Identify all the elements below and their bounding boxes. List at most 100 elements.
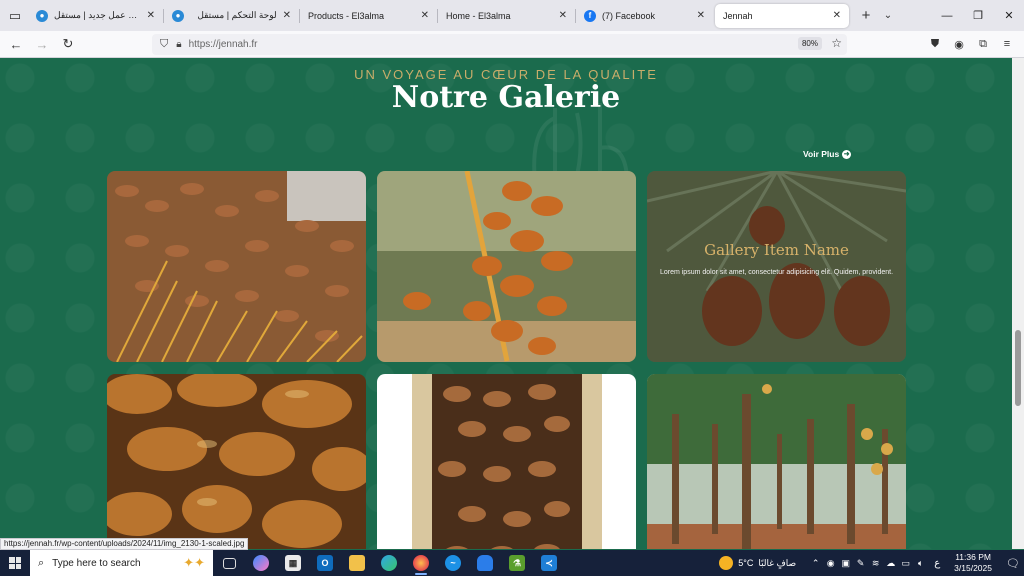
link-status-tooltip: https://jennah.fr/wp-content/uploads/202… bbox=[0, 538, 249, 550]
facebook-icon: f bbox=[584, 9, 596, 22]
weather-sun-icon bbox=[719, 556, 734, 570]
record-icon[interactable]: ◉ bbox=[823, 558, 838, 569]
gallery-item-1[interactable] bbox=[107, 171, 366, 362]
dates-box-photo bbox=[377, 374, 636, 549]
tab-list-icon[interactable]: ▭ bbox=[2, 3, 28, 29]
new-tab-plus-icon[interactable]: + bbox=[855, 7, 877, 24]
outlook-glyph: O bbox=[317, 555, 333, 571]
copilot-icon[interactable] bbox=[245, 550, 277, 576]
url-text[interactable]: https://jennah.fr bbox=[189, 39, 258, 50]
network-icon[interactable]: ≋ bbox=[868, 558, 883, 569]
app-green-icon[interactable]: ⚗ bbox=[501, 550, 533, 576]
gallery-hover-overlay[interactable]: Gallery Item Name Lorem ipsum dolor sit … bbox=[647, 171, 906, 362]
tab-dashboard[interactable]: ● لوحة التحكم | مستقل ✕ bbox=[164, 4, 299, 28]
bookmark-star-icon[interactable]: ☆ bbox=[831, 36, 842, 50]
task-view-glyph bbox=[222, 557, 236, 569]
browser-navbar: ← → ↻ ⛉ 🔒︎ https://jennah.fr 80% ☆ ⛊ ◉ ⧉… bbox=[0, 31, 1024, 58]
edge-glyph bbox=[381, 555, 397, 571]
dates-photo bbox=[377, 171, 636, 362]
weather-temp: 5°C bbox=[738, 558, 754, 568]
edge-icon[interactable] bbox=[373, 550, 405, 576]
tab-products[interactable]: Products - El3alma ✕ bbox=[300, 4, 437, 28]
mostaql-favicon-icon: ● bbox=[172, 9, 184, 22]
firefox-icon[interactable] bbox=[405, 550, 437, 576]
restore-icon[interactable]: ❐ bbox=[963, 0, 993, 31]
close-tab-icon[interactable]: ✕ bbox=[697, 10, 705, 21]
gallery-item-3[interactable]: Gallery Item Name Lorem ipsum dolor sit … bbox=[647, 171, 906, 362]
input-language[interactable]: ع bbox=[934, 558, 940, 569]
close-tab-icon[interactable]: ✕ bbox=[559, 10, 567, 21]
dates-closeup-photo bbox=[107, 374, 366, 549]
tracking-shield-icon[interactable]: ⛉ bbox=[160, 38, 168, 51]
vscode-icon[interactable]: ≺ bbox=[533, 550, 565, 576]
account-icon[interactable]: ◉ bbox=[950, 34, 968, 54]
close-tab-icon[interactable]: ✕ bbox=[147, 10, 155, 21]
tab-title: إضافة عمل جديد | مستقل bbox=[54, 10, 141, 20]
outlook-icon[interactable]: O bbox=[309, 550, 341, 576]
voir-plus-label: Voir Plus bbox=[803, 149, 840, 159]
close-window-icon[interactable]: ✕ bbox=[994, 0, 1024, 31]
toolbar-icons: ⛊ ◉ ⧉ ≡ bbox=[926, 34, 1016, 54]
voir-plus-link[interactable]: Voir Plus ➜ bbox=[803, 149, 852, 159]
store-icon[interactable]: ▦ bbox=[277, 550, 309, 576]
gallery-item-name: Gallery Item Name bbox=[704, 241, 849, 259]
onedrive-cloud-icon[interactable]: ☁ bbox=[883, 558, 898, 569]
close-tab-icon[interactable]: ✕ bbox=[421, 10, 429, 21]
reload-icon[interactable]: ↻ bbox=[56, 33, 80, 55]
task-view-icon[interactable] bbox=[213, 550, 245, 576]
search-icon: ⌕ bbox=[38, 556, 45, 569]
tab-add-job[interactable]: ● إضافة عمل جديد | مستقل ✕ bbox=[28, 4, 163, 28]
copilot-sparkle-icon: ✦✦ bbox=[183, 555, 205, 570]
lock-icon[interactable]: 🔒︎ bbox=[176, 39, 181, 50]
copilot-glyph bbox=[253, 555, 269, 571]
store-glyph: ▦ bbox=[285, 555, 301, 571]
tab-title: (7) Facebook bbox=[602, 10, 656, 21]
folder-glyph bbox=[349, 555, 365, 571]
pocket-icon[interactable]: ⛊ bbox=[926, 34, 944, 54]
arrow-right-circle-icon: ➜ bbox=[842, 149, 852, 159]
weather-widget[interactable]: 5°C صافٍ غالبًا bbox=[719, 556, 796, 570]
battery-icon[interactable]: ▭ bbox=[898, 558, 913, 569]
close-tab-icon[interactable]: ✕ bbox=[833, 10, 841, 21]
address-bar[interactable]: ⛉ 🔒︎ https://jennah.fr 80% ☆ bbox=[152, 34, 847, 55]
notifications-icon[interactable]: 🗨︎ bbox=[1002, 557, 1024, 570]
clock-time: 11:36 PM bbox=[955, 552, 991, 562]
tab-jennah[interactable]: Jennah ✕ bbox=[715, 3, 849, 28]
gallery-item-4[interactable] bbox=[107, 374, 366, 549]
pen-icon[interactable]: ✎ bbox=[853, 558, 868, 569]
system-tray: 5°C صافٍ غالبًا ⌃ ◉ ▣ ✎ ≋ ☁ ▭ 🔈︎ ع 11:36… bbox=[719, 550, 1024, 576]
menu-icon[interactable]: ≡ bbox=[998, 34, 1016, 54]
tab-facebook[interactable]: f (7) Facebook ✕ bbox=[576, 4, 713, 28]
windows-taskbar: ⌕ Type here to search ✦✦ ▦ O ~ ⚗ ≺ 5°C ص… bbox=[0, 550, 1024, 576]
gallery-item-description: Lorem ipsum dolor sit amet, consectetur … bbox=[659, 269, 894, 276]
palm-grove-photo bbox=[647, 374, 906, 549]
gallery-item-6[interactable] bbox=[647, 374, 906, 549]
app-blue-icon[interactable] bbox=[469, 550, 501, 576]
dates-photo bbox=[107, 171, 366, 362]
gallery-item-2[interactable] bbox=[377, 171, 636, 362]
page-scrollbar[interactable] bbox=[1012, 58, 1024, 549]
forward-arrow-icon[interactable]: → bbox=[30, 33, 54, 55]
tab-home[interactable]: Home - El3alma ✕ bbox=[438, 4, 575, 28]
app-blue-glyph bbox=[477, 555, 493, 571]
docker-icon[interactable]: ~ bbox=[437, 550, 469, 576]
meet-now-icon[interactable]: ▣ bbox=[838, 558, 853, 569]
section-title: Notre Galerie bbox=[391, 80, 621, 115]
firefox-glyph bbox=[413, 555, 429, 571]
back-arrow-icon[interactable]: ← bbox=[4, 33, 28, 55]
volume-icon[interactable]: 🔈︎ bbox=[913, 558, 928, 569]
page-content: UN VOYAGE AU CŒUR DE LA QUALITE Notre Ga… bbox=[0, 58, 1012, 549]
clock[interactable]: 11:36 PM 3/15/2025 bbox=[954, 552, 992, 574]
tab-title: لوحة التحكم | مستقل bbox=[197, 10, 277, 20]
tab-list-chevron-down-icon[interactable]: ⌄ bbox=[877, 10, 899, 21]
file-explorer-icon[interactable] bbox=[341, 550, 373, 576]
gallery-item-5[interactable] bbox=[377, 374, 636, 549]
extensions-icon[interactable]: ⧉ bbox=[974, 34, 992, 54]
zoom-level-badge[interactable]: 80% bbox=[797, 37, 822, 50]
close-tab-icon[interactable]: ✕ bbox=[283, 10, 291, 21]
chevron-up-icon[interactable]: ⌃ bbox=[808, 558, 823, 569]
minimize-icon[interactable]: — bbox=[932, 0, 962, 31]
taskbar-search[interactable]: ⌕ Type here to search ✦✦ bbox=[30, 550, 213, 576]
start-button[interactable] bbox=[0, 550, 30, 576]
scrollbar-thumb[interactable] bbox=[1015, 330, 1021, 406]
